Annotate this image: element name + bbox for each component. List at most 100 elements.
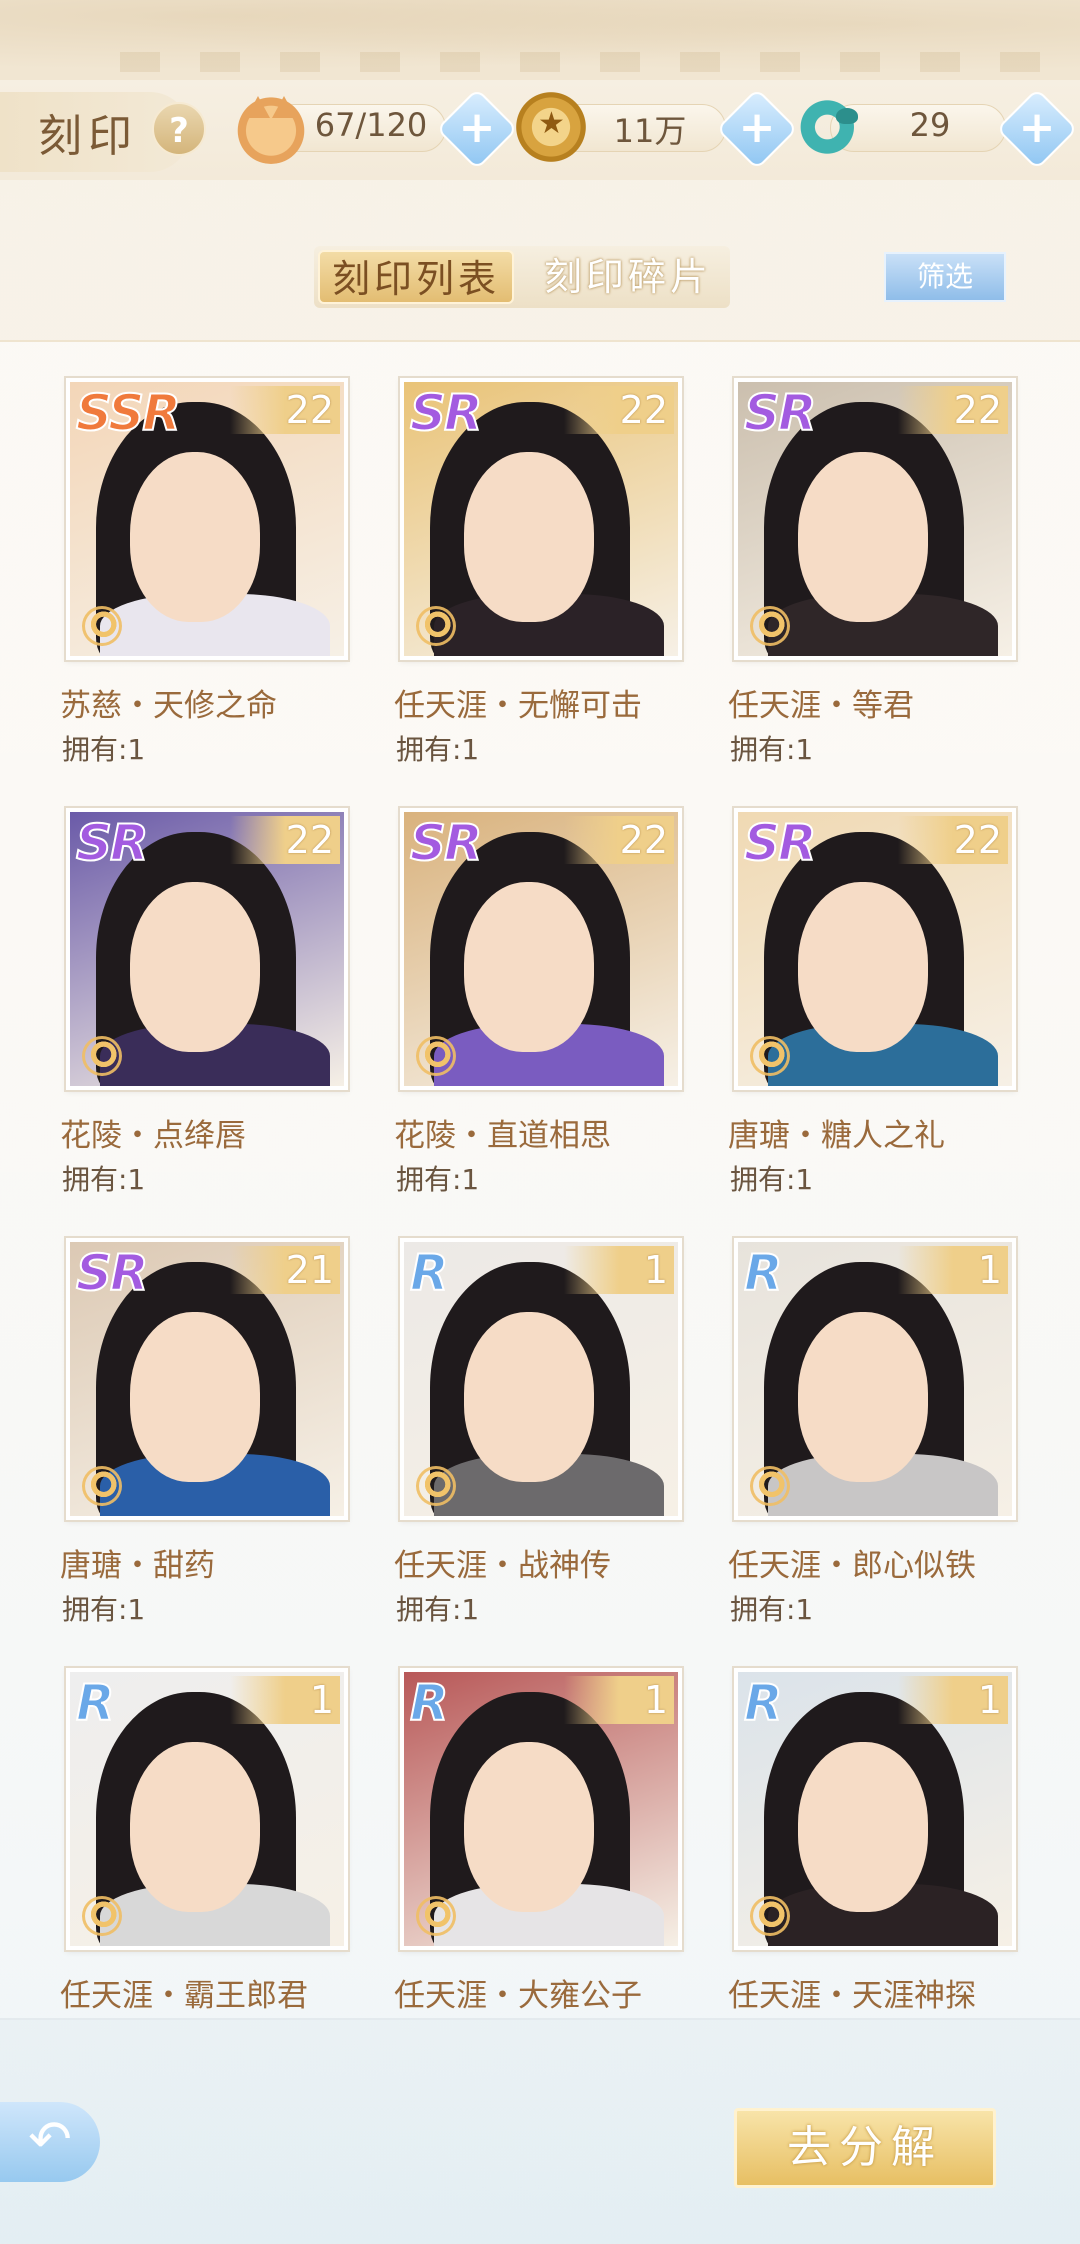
imprint-card[interactable]: 22 SSR 苏慈・天修之命 拥有:1 [60,378,352,798]
card-level: 22 [953,818,1002,862]
card-portrait: 22 SR [400,808,682,1090]
imprint-card[interactable]: 1R任天涯・大雍公子拥有:2 [394,1668,686,2018]
rarity-badge: R [75,1673,115,1733]
card-owned-count: 拥有:1 [396,733,480,766]
swirl-icon [82,1036,122,1076]
swirl-icon [750,606,790,646]
help-button[interactable]: ? [152,102,206,156]
card-portrait: 22 SR [66,808,348,1090]
imprint-card[interactable]: 22 SR 花陵・点绛唇 拥有:1 [60,808,352,1228]
card-level: 22 [619,818,668,862]
card-level: 22 [619,388,668,432]
swirl-icon [750,1036,790,1076]
imprint-card[interactable]: 22 SR 唐瑭・糖人之礼 拥有:1 [728,808,1020,1228]
imprint-card[interactable]: 1 R 任天涯・霸王郎君拥有:1 [60,1668,352,2018]
jade-value: 29 [909,106,951,144]
card-level: 1 [977,1248,1002,1292]
rarity-badge: SR [409,813,483,873]
rarity-badge: SR [743,813,817,873]
card-level: 22 [285,388,334,432]
imprint-card[interactable]: 1 R 任天涯・战神传 拥有:1 [394,1238,686,1658]
card-portrait: 1R [734,1668,1016,1950]
rarity-badge: SR [75,1243,149,1303]
swirl-icon [82,1896,122,1936]
swirl-icon [416,1466,456,1506]
back-button[interactable]: ↶ [0,2102,100,2182]
card-name: 花陵・直道相思 [394,1118,611,1154]
card-name: 苏慈・天修之命 [60,688,277,724]
card-name: 任天涯・大雍公子 [394,1978,642,2014]
card-name: 任天涯・郎心似铁 [728,1548,976,1584]
card-owned-count: 拥有:1 [62,1163,146,1196]
card-portrait: 22 SR [734,808,1016,1090]
character-face [464,1312,594,1482]
character-face [130,1742,260,1912]
card-owned-count: 拥有:2 [730,2018,813,2020]
card-name: 唐瑭・糖人之礼 [728,1118,945,1154]
card-level: 1 [309,1678,334,1722]
card-portrait: 1R [734,1238,1016,1520]
card-owned-count: 拥有:1 [396,1163,480,1196]
rarity-badge: R [743,1673,783,1733]
tab-imprint-list[interactable]: 刻印列表 [318,250,514,304]
imprint-card[interactable]: 1R任天涯・天涯神探拥有:2 [728,1668,1020,2018]
decompose-button[interactable]: 去分解 [734,2108,996,2188]
character-face [130,882,260,1052]
imprint-card[interactable]: 22 SR 任天涯・无懈可击 拥有:1 [394,378,686,798]
card-portrait: 1R [400,1238,682,1520]
character-face [798,452,928,622]
card-level: 22 [953,388,1002,432]
rarity-badge: SR [75,813,149,873]
rarity-badge: SR [743,383,817,443]
character-face [798,1312,928,1482]
character-face [464,452,594,622]
character-face [130,452,260,622]
swirl-icon [416,1036,456,1076]
imprint-card[interactable]: 22 SR 任天涯・等君 拥有:1 [728,378,1020,798]
swirl-icon [416,606,456,646]
swirl-icon [82,1466,122,1506]
card-level: 21 [285,1248,334,1292]
tab-imprint-fragments[interactable]: 刻印碎片 [530,250,726,304]
card-name: 任天涯・战神传 [394,1548,611,1584]
gold-value: 11万 [613,112,687,150]
swirl-icon [82,606,122,646]
cat-stamina-icon [234,90,308,164]
card-level: 1 [977,1678,1002,1722]
filter-button[interactable]: 筛选 [884,252,1006,302]
card-name: 唐瑭・甜药 [60,1548,215,1584]
imprint-card[interactable]: 1 R 任天涯・郎心似铁 拥有:1 [728,1238,1020,1658]
card-portrait: 22 SSR [66,378,348,660]
imprint-grid-panel[interactable]: 22 SSR 苏慈・天修之命 拥有:1 22 SR 任天涯・无懈可击 拥有:1 22 SR 任天涯・… [0,340,1080,2020]
imprint-card[interactable]: 22 SR 花陵・直道相思 拥有:1 [394,808,686,1228]
card-portrait: 22 SR [734,378,1016,660]
page-title: 刻印 [38,111,138,162]
card-owned-count: 拥有:1 [62,1593,146,1626]
card-name: 任天涯・等君 [728,688,914,724]
card-level: 1 [643,1248,668,1292]
card-name: 任天涯・霸王郎君 [60,1978,308,2014]
card-owned-count: 拥有:2 [396,2018,479,2020]
card-owned-count: 拥有:1 [62,2018,145,2020]
character-face [798,1742,928,1912]
swirl-icon [750,1896,790,1936]
card-name: 任天涯・无懈可击 [394,688,642,724]
card-owned-count: 拥有:1 [730,733,814,766]
rarity-badge: SSR [75,383,182,443]
stamina-value: 67/120 [314,106,428,144]
swirl-icon [750,1466,790,1506]
character-face [130,1312,260,1482]
character-face [464,1742,594,1912]
rarity-badge: R [743,1243,783,1303]
card-owned-count: 拥有:1 [62,733,146,766]
character-face [798,882,928,1052]
rarity-badge: R [409,1673,449,1733]
gold-coin-icon [514,90,588,164]
card-portrait: 21 SR [66,1238,348,1520]
card-name: 任天涯・天涯神探 [728,1978,976,2014]
imprint-card[interactable]: 21 SR 唐瑭・甜药拥有:1 [60,1238,352,1658]
card-owned-count: 拥有:1 [396,1593,480,1626]
card-level: 22 [285,818,334,862]
jade-dragon-icon [794,90,868,164]
rarity-badge: R [409,1243,449,1303]
